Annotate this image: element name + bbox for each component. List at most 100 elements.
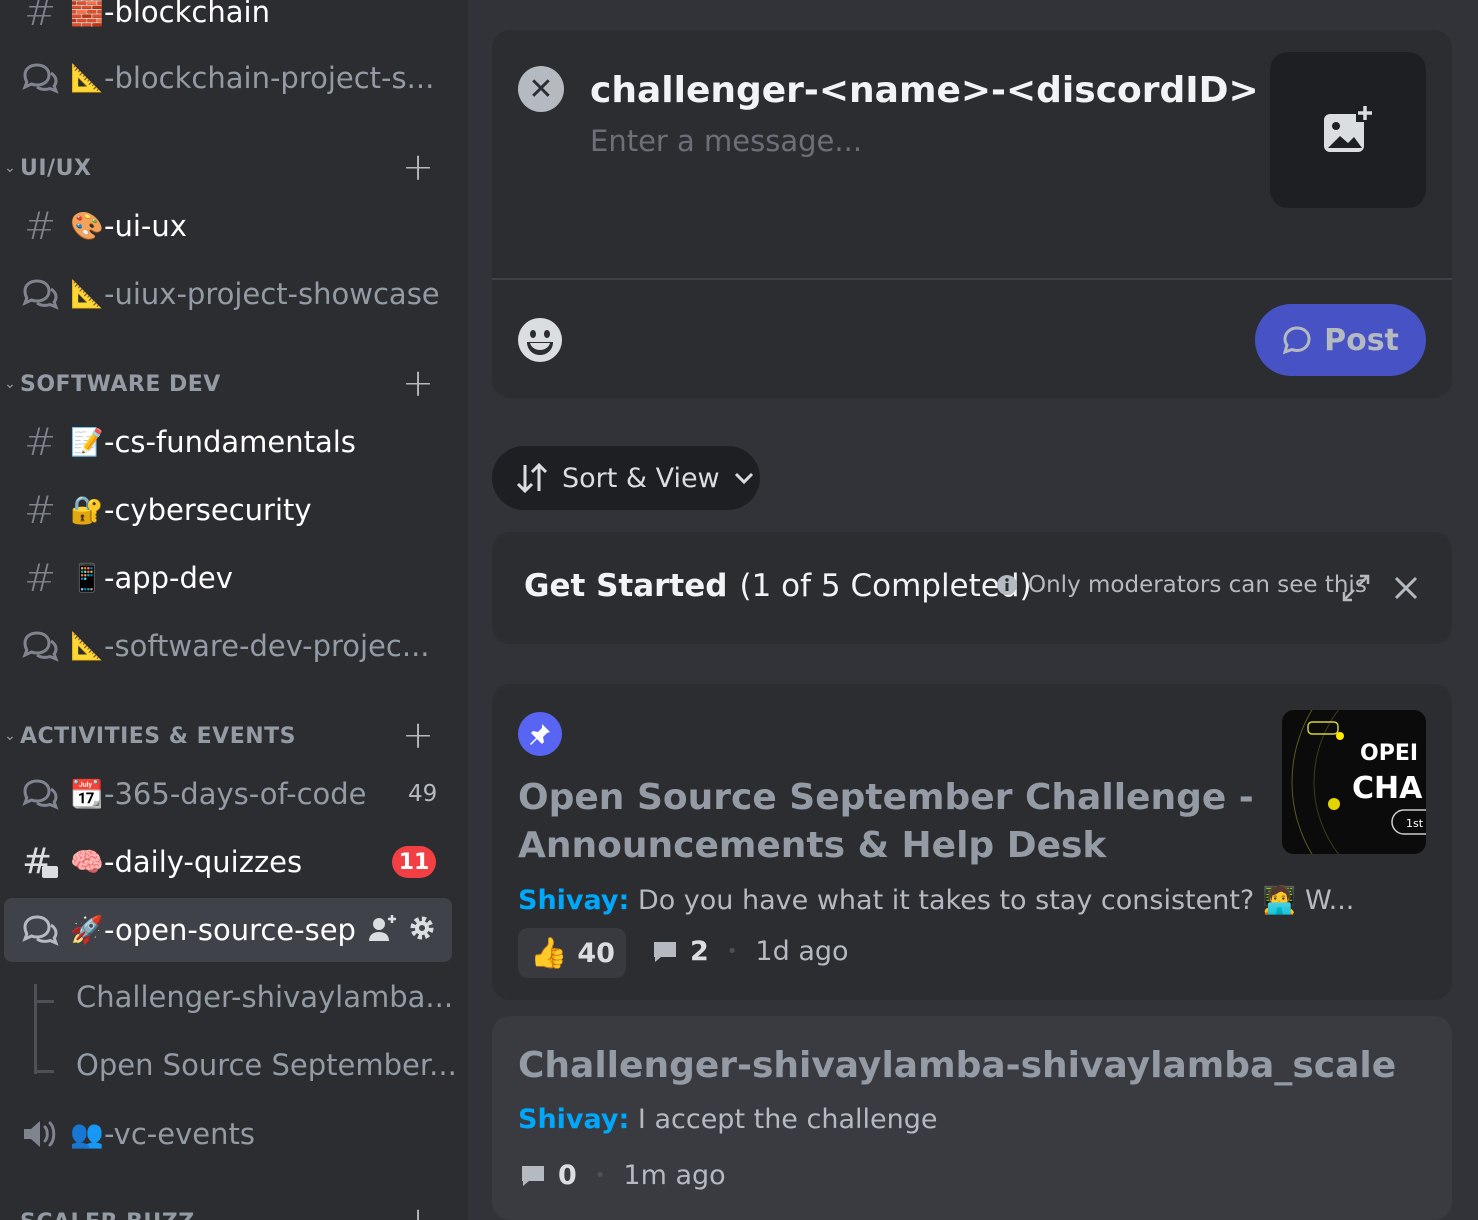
get-started-banner[interactable]: Get Started (1 of 5 Completed) Only moder… — [492, 532, 1452, 644]
get-started-progress: (1 of 5 Completed) — [739, 568, 1032, 604]
forum-icon — [20, 58, 60, 98]
post-title-input[interactable]: challenger-<name>-<discordID> — [590, 70, 1259, 111]
separator-dot: • — [726, 941, 738, 962]
forum-blockchain-projects[interactable]: 📐 -blockchain-project-s... — [0, 46, 468, 110]
channel-emoji: 🔐 — [70, 494, 104, 526]
reaction-count: 40 — [577, 937, 615, 969]
hash-icon: # — [24, 204, 56, 248]
category-uiux[interactable]: ⌄ UI/UX + — [0, 148, 468, 188]
unread-badge: 11 — [392, 846, 436, 878]
channel-name: -vc-events — [104, 1117, 255, 1151]
channel-name: -blockchain — [104, 0, 270, 29]
channel-name: -uiux-project-showcase — [104, 277, 440, 311]
reaction-button[interactable]: 👍 40 — [518, 928, 626, 978]
channel-name: -daily-quizzes — [104, 845, 303, 879]
reaction-emoji: 👍 — [530, 935, 568, 971]
add-channel-icon[interactable]: + — [400, 716, 436, 756]
thread-tree-branch — [34, 1000, 54, 1003]
post-button-label: Post — [1324, 322, 1399, 358]
moderator-note-text: Only moderators can see this — [1028, 572, 1367, 598]
channel-app-dev[interactable]: # 📱 -app-dev — [0, 546, 468, 610]
forum-icon — [20, 774, 60, 814]
channel-emoji: 📐 — [70, 630, 104, 662]
composer-divider — [492, 278, 1452, 280]
channel-sidebar: # 🧱 -blockchain 📐 -blockchain-project-s.… — [0, 0, 468, 1220]
thread-item[interactable]: Challenger-shivaylamba... — [76, 980, 453, 1014]
category-label: UI/UX — [20, 155, 92, 181]
gear-icon[interactable] — [408, 914, 436, 946]
invite-member-icon[interactable] — [368, 913, 398, 947]
forum-post-card[interactable]: Challenger-shivaylamba-shivaylamba_scale… — [492, 1016, 1452, 1220]
thread-tree-branch — [34, 1070, 54, 1073]
sort-view-button[interactable]: Sort & View — [492, 446, 760, 510]
channel-name: -open-source-sep — [104, 913, 356, 947]
channel-cybersecurity[interactable]: # 🔐 -cybersecurity — [0, 478, 468, 542]
thumb-text: 1st - — [1406, 817, 1426, 830]
channel-emoji: 🧱 — [70, 0, 104, 28]
add-channel-icon[interactable]: + — [400, 1202, 436, 1220]
channel-name: -blockchain-project-s... — [104, 61, 435, 95]
thread-item[interactable]: Open Source September... — [76, 1048, 457, 1082]
speaker-icon — [20, 1114, 60, 1154]
chat-bubble-icon — [1282, 326, 1311, 355]
hash-thread-icon: # — [20, 842, 60, 882]
forum-icon — [20, 274, 60, 314]
hash-icon: # — [24, 488, 56, 532]
comment-icon — [522, 1165, 544, 1186]
add-channel-icon[interactable]: + — [400, 148, 436, 188]
expand-icon[interactable] — [1338, 570, 1374, 606]
close-icon[interactable]: ✕ — [518, 66, 564, 112]
channel-cs-fundamentals[interactable]: # 📝 -cs-fundamentals — [0, 410, 468, 474]
post-message: Do you have what it takes to stay consis… — [629, 885, 1355, 916]
chevron-down-icon: ⌄ — [0, 1214, 20, 1220]
post-time: 1d ago — [755, 936, 849, 967]
channel-ui-ux[interactable]: # 🎨 -ui-ux — [0, 194, 468, 258]
thumb-text: CHA — [1352, 771, 1423, 806]
post-meta: 2 • 1d ago — [652, 936, 849, 967]
forum-post-card[interactable]: Open Source September Challenge - Announ… — [492, 684, 1452, 1000]
forum-365-days-of-code[interactable]: 📆 -365-days-of-code 49 — [0, 762, 468, 826]
emoji-picker-button[interactable] — [516, 316, 564, 364]
close-icon[interactable] — [1388, 570, 1424, 606]
category-activities-events[interactable]: ⌄ ACTIVITIES & EVENTS + — [0, 716, 468, 756]
post-meta: 0 • 1m ago — [520, 1160, 726, 1191]
post-author[interactable]: Shivay — [518, 1104, 619, 1135]
post-title-line: Announcements & Help Desk — [518, 825, 1107, 866]
post-title-line: Challenger-shivaylamba-shivaylamba_scale — [518, 1045, 1397, 1086]
channel-daily-quizzes[interactable]: # 🧠 -daily-quizzes 11 — [0, 830, 468, 894]
pin-icon — [518, 712, 562, 756]
category-scaler-buzz[interactable]: ⌄ SCALER BUZZ + — [0, 1202, 468, 1220]
voice-channel-vc-events[interactable]: 👥 -vc-events — [0, 1102, 468, 1166]
get-started-title: Get Started (1 of 5 Completed) — [524, 568, 1032, 604]
post-title-line: Open Source September Challenge - — [518, 777, 1254, 818]
forum-software-dev-projects[interactable]: 📐 -software-dev-projec... — [0, 614, 468, 678]
post-time: 1m ago — [623, 1160, 726, 1191]
forum-icon — [20, 626, 60, 666]
post-thumbnail[interactable]: OPEI CHA 1st - — [1282, 710, 1426, 854]
chevron-down-icon: ⌄ — [4, 728, 16, 744]
message-input[interactable]: Enter a message... — [590, 124, 862, 158]
post-author[interactable]: Shivay — [518, 885, 619, 916]
chevron-down-icon: ⌄ — [4, 160, 16, 176]
forum-open-source-sep[interactable]: 🚀 -open-source-sep — [4, 898, 452, 962]
forum-uiux-showcase[interactable]: 📐 -uiux-project-showcase — [0, 262, 468, 326]
channel-emoji: 📐 — [70, 278, 104, 310]
channel-emoji: 🎨 — [70, 210, 104, 242]
channel-emoji: 👥 — [70, 1118, 104, 1150]
post-preview: Shivay: Do you have what it takes to sta… — [518, 885, 1355, 916]
post-preview: Shivay: I accept the challenge — [518, 1104, 938, 1135]
comment-count: 0 — [558, 1160, 577, 1191]
channel-emoji: 📐 — [70, 62, 104, 94]
channel-emoji: 🧠 — [70, 846, 104, 878]
add-channel-icon[interactable]: + — [400, 364, 436, 404]
post-count: 49 — [408, 781, 438, 807]
category-label: SCALER BUZZ — [20, 1210, 195, 1220]
channel-blockchain[interactable]: # 🧱 -blockchain — [0, 0, 468, 44]
chevron-down-icon — [734, 472, 753, 485]
post-button[interactable]: Post — [1255, 304, 1426, 376]
category-software-dev[interactable]: ⌄ SOFTWARE DEV + — [0, 364, 468, 404]
forum-icon — [20, 910, 60, 950]
add-image-button[interactable] — [1270, 52, 1426, 208]
channel-actions — [368, 898, 436, 962]
channel-emoji: 📝 — [70, 426, 104, 458]
